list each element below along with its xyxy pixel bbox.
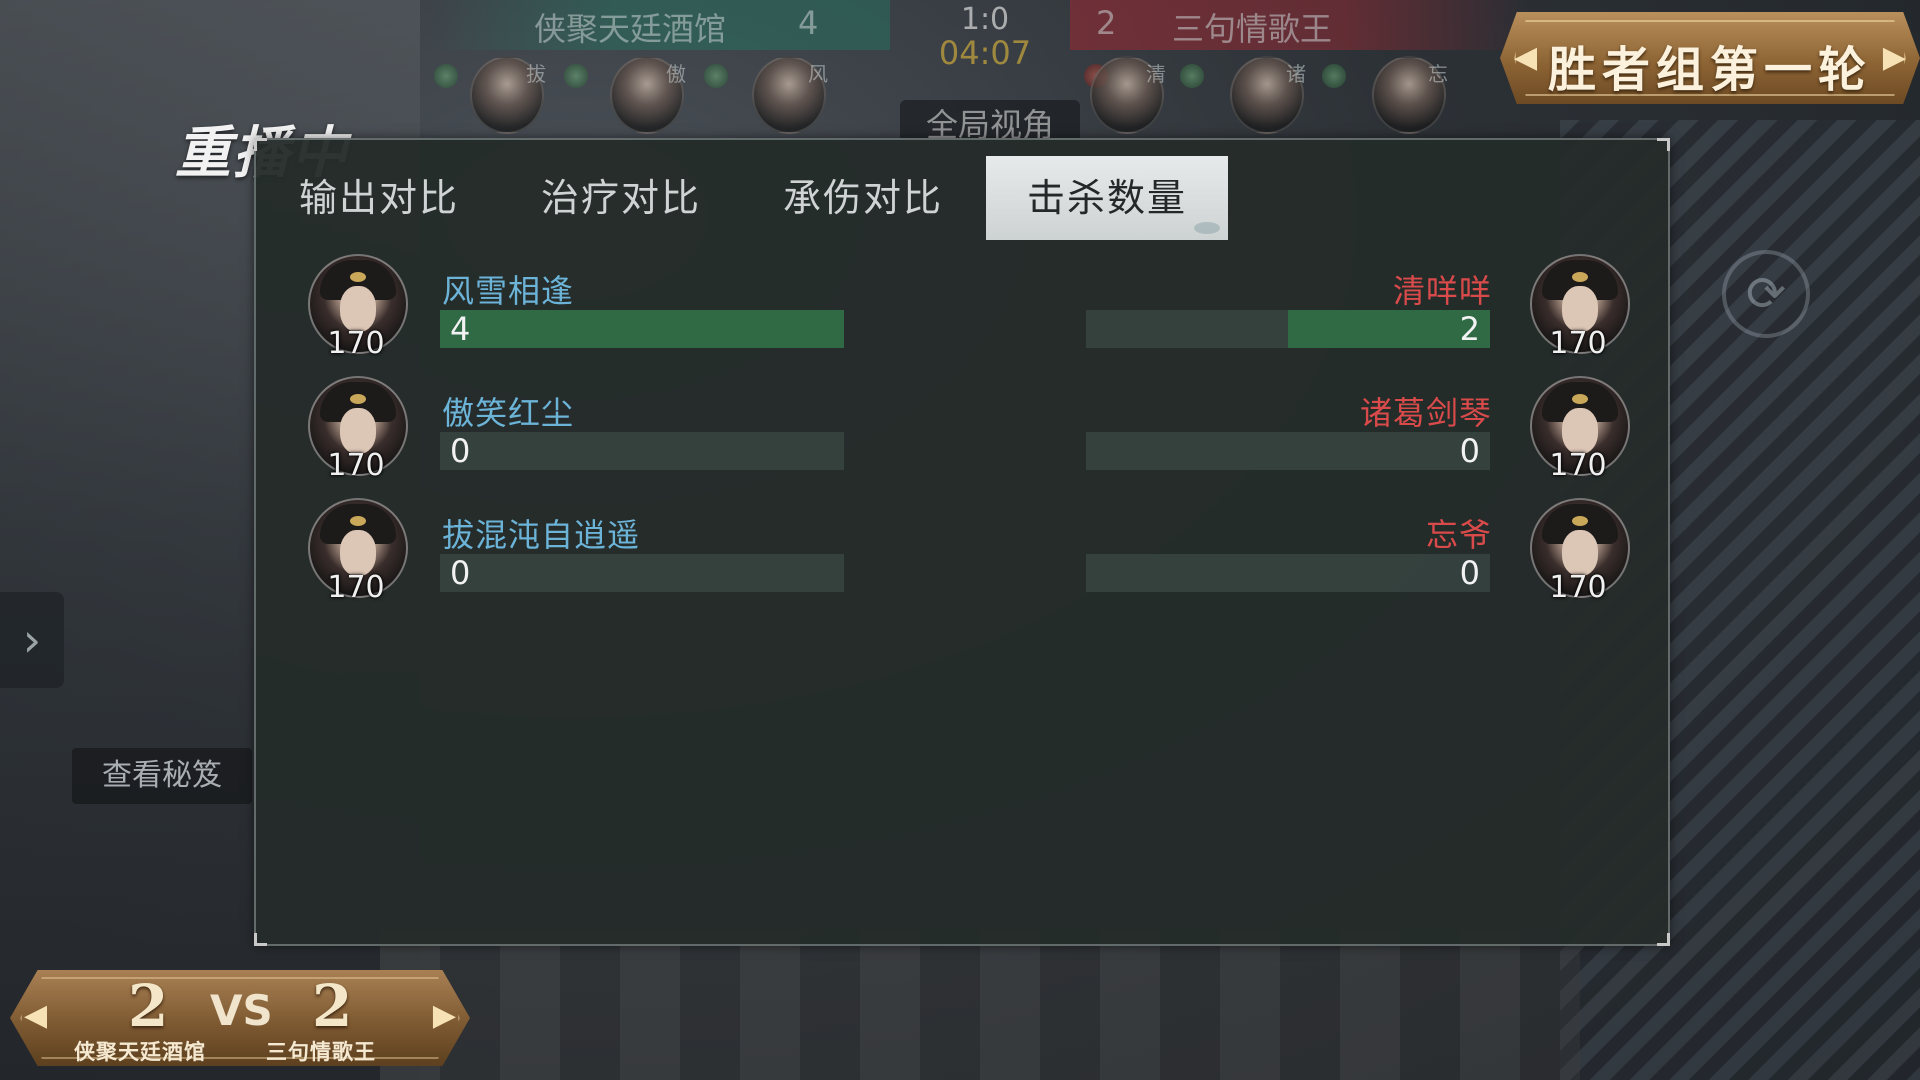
round-title: 胜者组第一轮 — [1547, 42, 1872, 98]
avatar-ornament — [1572, 516, 1588, 526]
tab-damage-taken[interactable]: 承伤对比 — [742, 156, 984, 240]
avatar-ornament — [1572, 394, 1588, 404]
round-badge: ◀ 胜者组第一轮 ▶ — [1500, 12, 1920, 104]
player-level: 170 — [327, 570, 385, 605]
buff-icon — [704, 64, 728, 88]
player-name-right: 清咩咩 — [1392, 272, 1492, 310]
player-name-left: 傲笑红尘 — [442, 394, 575, 432]
kill-count-left: 0 — [450, 554, 471, 592]
hud-team-left-name: 侠聚天廷酒馆 — [534, 10, 727, 48]
player-level: 170 — [327, 326, 385, 361]
background-floor — [380, 930, 1580, 1080]
kill-bar-left: 0 — [440, 432, 844, 470]
player-row: 170 傲笑红尘 0 诸葛剑琴 0 170 — [256, 376, 1668, 486]
kill-bar-left: 0 — [440, 554, 844, 592]
hud-hero-tag: 傲 — [666, 62, 686, 86]
hud-team-right-score: 2 — [1096, 4, 1117, 42]
camera-toggle-icon[interactable]: ⟳ — [1722, 250, 1810, 338]
hud-team-left-score: 4 — [798, 4, 819, 42]
top-hud: 侠聚天廷酒馆 4 1:0 04:07 2 三句情歌王 拔 傲 风 全局视角 清 … — [430, 0, 1530, 144]
panel-corner — [254, 138, 267, 151]
player-row: 170 拔混沌自逍遥 0 忘爷 0 170 — [256, 498, 1668, 608]
buff-icon — [564, 64, 588, 88]
stats-panel: 输出对比 治疗对比 承伤对比 击杀数量 170 风雪相逢 4 清咩咩 2 170… — [254, 138, 1670, 946]
hud-hero-tag: 清 — [1146, 62, 1166, 86]
view-cheats-button[interactable]: 查看秘笈 — [72, 748, 252, 804]
buff-icon — [1322, 64, 1346, 88]
player-name-left: 拔混沌自逍遥 — [442, 516, 641, 554]
kill-bar-left-fill — [440, 310, 844, 348]
tab-kills[interactable]: 击杀数量 — [986, 156, 1228, 240]
hud-match-score: 1:0 — [960, 2, 1010, 37]
kill-bar-left: 4 — [440, 310, 844, 348]
kill-count-right: 0 — [1459, 554, 1480, 592]
player-name-right: 忘爷 — [1425, 516, 1492, 554]
badge-right-arrow-icon: ▶ — [1882, 40, 1906, 75]
series-team-right: 三句情歌王 — [266, 1039, 376, 1064]
kill-count-left: 0 — [450, 432, 471, 470]
hud-team-right-name: 三句情歌王 — [1172, 10, 1333, 48]
player-level: 170 — [1549, 326, 1607, 361]
panel-corner — [254, 933, 267, 946]
player-row: 170 风雪相逢 4 清咩咩 2 170 — [256, 254, 1668, 364]
expand-chevron-icon[interactable]: › — [0, 592, 64, 688]
panel-corner — [1657, 933, 1670, 946]
series-score-right: 2 — [312, 972, 353, 1040]
series-team-left: 侠聚天廷酒馆 — [74, 1039, 206, 1064]
hud-hero-tag: 风 — [808, 62, 828, 86]
avatar-ornament — [1572, 272, 1588, 282]
hud-timer: 04:07 — [938, 34, 1032, 72]
buff-icon — [434, 64, 458, 88]
player-level: 170 — [327, 448, 385, 483]
tab-bar: 输出对比 治疗对比 承伤对比 击杀数量 — [256, 156, 1256, 240]
vs-label: VS — [210, 986, 273, 1035]
kill-bar-right: 0 — [1086, 432, 1490, 470]
buff-icon — [1180, 64, 1204, 88]
player-name-right: 诸葛剑琴 — [1359, 394, 1492, 432]
kill-count-left: 4 — [450, 310, 471, 348]
badge-left-arrow-icon: ◀ — [24, 998, 48, 1033]
player-level: 170 — [1549, 570, 1607, 605]
panel-corner — [1657, 138, 1670, 151]
avatar-ornament — [350, 394, 366, 404]
global-view-button[interactable]: 全局视角 — [900, 100, 1080, 144]
player-name-left: 风雪相逢 — [442, 272, 575, 310]
avatar-ornament — [350, 272, 366, 282]
kill-count-right: 0 — [1459, 432, 1480, 470]
avatar-ornament — [350, 516, 366, 526]
tab-healing[interactable]: 治疗对比 — [500, 156, 742, 240]
hud-hero-tag: 拔 — [526, 62, 546, 86]
kill-bar-right: 2 — [1086, 310, 1490, 348]
hud-hero-tag: 诸 — [1286, 62, 1306, 86]
badge-right-arrow-icon: ▶ — [432, 998, 456, 1033]
hud-hero-tag: 忘 — [1428, 62, 1448, 86]
series-score-left: 2 — [128, 972, 169, 1040]
player-level: 170 — [1549, 448, 1607, 483]
kill-bar-right: 0 — [1086, 554, 1490, 592]
kill-count-right: 2 — [1459, 310, 1480, 348]
series-score-badge: ◀ 2 VS 2 侠聚天廷酒馆 三句情歌王 ▶ — [10, 970, 470, 1066]
tab-damage[interactable]: 输出对比 — [258, 156, 500, 240]
